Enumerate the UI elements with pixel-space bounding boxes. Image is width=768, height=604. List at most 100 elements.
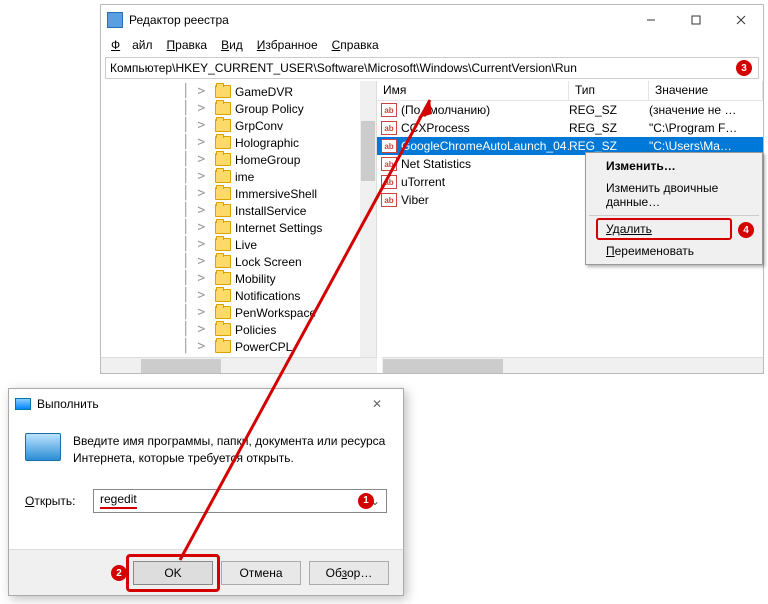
run-input-value: regedit <box>100 492 137 509</box>
string-value-icon: ab <box>381 139 397 153</box>
ctx-separator <box>589 215 759 216</box>
address-bar[interactable]: Компьютер\HKEY_CURRENT_USER\Software\Mic… <box>105 57 759 79</box>
ctx-modify-binary[interactable]: Изменить двоичные данные… <box>588 177 760 213</box>
run-button-row: OK Отмена Обзор… <box>9 549 403 595</box>
folder-icon <box>215 170 231 183</box>
menu-edit[interactable]: Правка <box>161 36 214 54</box>
run-titlebar[interactable]: Выполнить ✕ <box>9 389 403 419</box>
folder-icon <box>215 102 231 115</box>
list-scrollbar-h[interactable] <box>382 357 763 373</box>
tree-item[interactable]: │ > GameDVR <box>107 83 376 100</box>
tree-item[interactable]: │ > HomeGroup <box>107 151 376 168</box>
folder-icon <box>215 323 231 336</box>
folder-icon <box>215 272 231 285</box>
value-type: REG_SZ <box>569 121 649 135</box>
tree-item[interactable]: │ > PenWorkspace <box>107 304 376 321</box>
tree-item[interactable]: │ > Live <box>107 236 376 253</box>
cancel-button[interactable]: Отмена <box>221 561 301 585</box>
run-icon <box>15 398 31 410</box>
menu-view[interactable]: Вид <box>215 36 249 54</box>
tree-item-label: Internet Settings <box>235 221 322 235</box>
menu-help[interactable]: Справка <box>326 36 385 54</box>
run-dialog: Выполнить ✕ Введите имя программы, папки… <box>8 388 404 596</box>
folder-icon <box>215 119 231 132</box>
tree-item-label: GameDVR <box>235 85 293 99</box>
value-name: CCXProcess <box>401 121 569 135</box>
value-data: "C:\Program F… <box>649 121 763 135</box>
tree-item[interactable]: │ > Policies <box>107 321 376 338</box>
tree-item-label: ImmersiveShell <box>235 187 317 201</box>
run-prompt-text: Введите имя программы, папки, документа … <box>73 433 387 467</box>
col-type[interactable]: Тип <box>569 81 649 100</box>
ctx-rename[interactable]: Переименовать <box>588 240 760 262</box>
titlebar[interactable]: Редактор реестра <box>101 5 763 35</box>
annotation-badge-1: 1 <box>358 493 374 509</box>
list-row[interactable]: ab(По умолчанию)REG_SZ(значение не … <box>377 101 763 119</box>
close-button[interactable] <box>718 5 763 35</box>
tree-item-label: Mobility <box>235 272 276 286</box>
tree-item[interactable]: │ > Notifications <box>107 287 376 304</box>
list-header: Имя Тип Значение <box>377 81 763 101</box>
value-type: REG_SZ <box>569 103 649 117</box>
tree-item[interactable]: │ > ime <box>107 168 376 185</box>
menu-file[interactable]: Файл <box>105 36 159 54</box>
value-name: Net Statistics <box>401 157 569 171</box>
tree-item-label: InstallService <box>235 204 306 218</box>
value-type: REG_SZ <box>569 139 649 153</box>
regedit-icon <box>107 12 123 28</box>
ctx-delete[interactable]: Удалить 4 <box>588 218 760 240</box>
folder-icon <box>215 153 231 166</box>
run-close-button[interactable]: ✕ <box>357 397 397 411</box>
list-row[interactable]: ab CCXProcessREG_SZ"C:\Program F… <box>377 119 763 137</box>
col-name[interactable]: Имя <box>377 81 569 100</box>
ctx-modify[interactable]: Изменить… <box>588 155 760 177</box>
string-value-icon: ab <box>381 193 397 207</box>
folder-icon <box>215 187 231 200</box>
folder-icon <box>215 306 231 319</box>
menubar: Файл Правка Вид Избранное Справка <box>101 35 763 55</box>
folder-icon <box>215 204 231 217</box>
string-value-icon: ab <box>381 103 397 117</box>
run-input[interactable]: regedit ⌄ 1 <box>93 489 387 513</box>
tree-item[interactable]: │ > GrpConv <box>107 117 376 134</box>
tree-item-label: PowerCPL <box>235 340 292 354</box>
minimize-button[interactable] <box>628 5 673 35</box>
tree-pane[interactable]: │ > GameDVR│ > Group Policy│ > GrpConv│ … <box>101 81 377 373</box>
folder-icon <box>215 255 231 268</box>
browse-button[interactable]: Обзор… <box>309 561 389 585</box>
value-data: "C:\Users\Ma… <box>649 139 763 153</box>
maximize-button[interactable] <box>673 5 718 35</box>
tree-item[interactable]: │ > ImmersiveShell <box>107 185 376 202</box>
folder-icon <box>215 340 231 353</box>
col-value[interactable]: Значение <box>649 81 763 100</box>
tree-item-label: Live <box>235 238 257 252</box>
run-prompt-icon <box>25 433 61 461</box>
menu-fav[interactable]: Избранное <box>251 36 324 54</box>
folder-icon <box>215 85 231 98</box>
annotation-highlight-box <box>126 554 220 592</box>
annotation-badge-2: 2 <box>111 565 127 581</box>
string-value-icon: ab <box>381 121 397 135</box>
folder-icon <box>215 289 231 302</box>
tree-item[interactable]: │ > InstallService <box>107 202 376 219</box>
ok-button[interactable]: OK <box>133 561 213 585</box>
tree-item-label: Notifications <box>235 289 300 303</box>
context-menu: Изменить… Изменить двоичные данные… Удал… <box>585 152 763 265</box>
tree-item[interactable]: │ > PowerCPL <box>107 338 376 355</box>
tree-item-label: PenWorkspace <box>235 306 316 320</box>
tree-item-label: Group Policy <box>235 102 304 116</box>
value-name: GoogleChromeAutoLaunch_04… <box>401 139 569 153</box>
tree-item[interactable]: │ > Internet Settings <box>107 219 376 236</box>
tree-scrollbar-h[interactable] <box>101 357 377 373</box>
tree-item-label: Policies <box>235 323 276 337</box>
tree-item[interactable]: │ > Holographic <box>107 134 376 151</box>
run-open-label: Открыть: <box>25 494 85 508</box>
tree-item[interactable]: │ > Group Policy <box>107 100 376 117</box>
tree-item-label: HomeGroup <box>235 153 300 167</box>
tree-item-label: ime <box>235 170 254 184</box>
annotation-highlight-box <box>596 218 732 240</box>
tree-item[interactable]: │ > Mobility <box>107 270 376 287</box>
tree-item[interactable]: │ > Lock Screen <box>107 253 376 270</box>
tree-scrollbar-v[interactable] <box>360 81 376 357</box>
run-title: Выполнить <box>37 397 99 411</box>
